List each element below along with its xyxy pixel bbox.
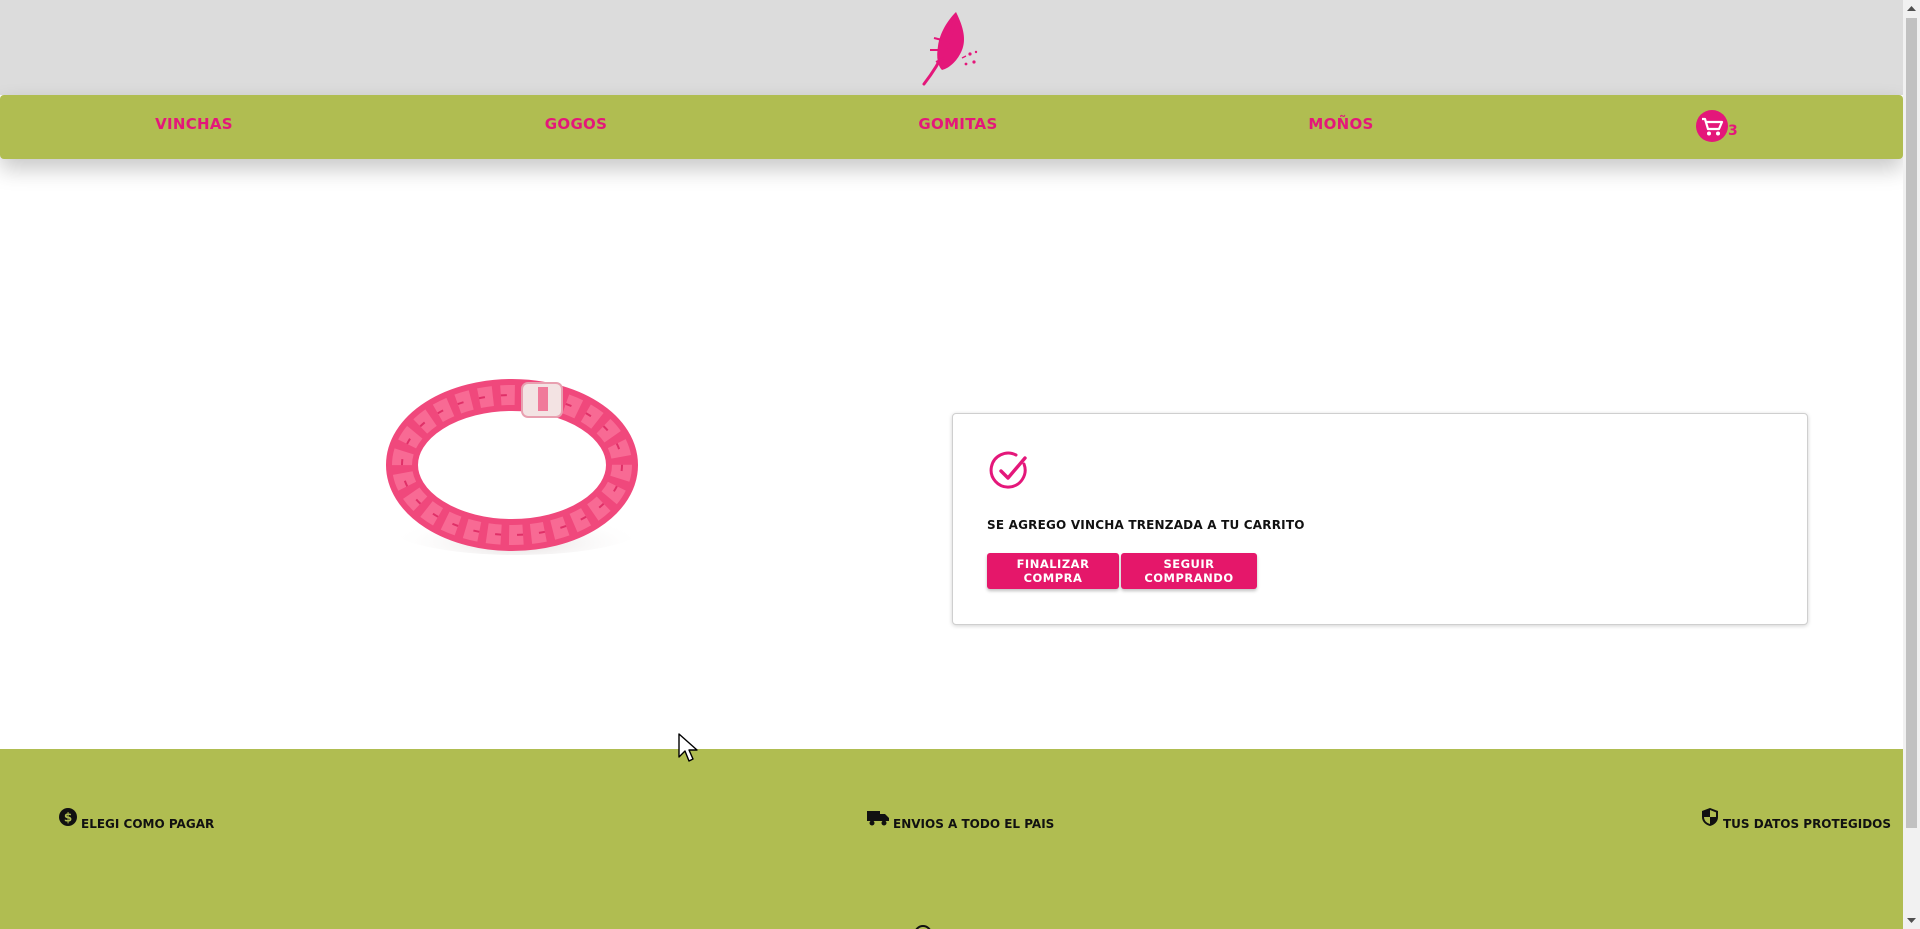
finalize-purchase-button[interactable]: FINALIZAR COMPRA <box>987 553 1119 589</box>
truck-icon <box>867 811 889 826</box>
scrollbar-thumb[interactable] <box>1906 18 1917 828</box>
dollar-icon: $ <box>59 808 77 826</box>
footer: $ ELEGI COMO PAGAR ENVIOS A TODO EL PAIS… <box>0 749 1903 929</box>
cart-button[interactable]: 3 <box>1695 109 1745 145</box>
nav-link-gomitas[interactable]: GOMITAS <box>918 115 997 133</box>
main-content: SE AGREGO VINCHA TRENZADA A TU CARRITO F… <box>0 159 1903 749</box>
feather-logo-icon[interactable] <box>918 10 982 86</box>
braided-headband-image <box>386 379 647 555</box>
footer-partial-icon <box>915 925 931 929</box>
footer-payment-label: ELEGI COMO PAGAR <box>81 817 215 831</box>
check-circle-icon <box>989 451 1027 489</box>
footer-shipping-label: ENVIOS A TODO EL PAIS <box>893 817 1055 831</box>
nav-link-vinchas[interactable]: VINCHAS <box>155 115 233 133</box>
scroll-up-arrow-icon[interactable] <box>1903 0 1920 17</box>
scroll-down-arrow-icon[interactable] <box>1903 912 1920 929</box>
vertical-scrollbar[interactable] <box>1903 0 1920 929</box>
svg-text:$: $ <box>64 811 72 825</box>
footer-item-payment: $ ELEGI COMO PAGAR <box>58 807 214 831</box>
page: VINCHAS GOGOS GOMITAS MOÑOS 3 SE AGREGO … <box>0 0 1903 929</box>
footer-security-label: TUS DATOS PROTEGIDOS <box>1723 817 1892 831</box>
nav-link-gogos[interactable]: GOGOS <box>545 115 607 133</box>
mouse-cursor-icon <box>678 733 698 762</box>
add-to-cart-confirmation: SE AGREGO VINCHA TRENZADA A TU CARRITO F… <box>952 413 1808 625</box>
shopping-cart-icon <box>1696 110 1728 142</box>
top-header <box>0 0 1903 95</box>
confirmation-message: SE AGREGO VINCHA TRENZADA A TU CARRITO <box>987 518 1305 532</box>
nav-link-monos[interactable]: MOÑOS <box>1308 115 1373 133</box>
footer-item-shipping: ENVIOS A TODO EL PAIS <box>866 807 1054 831</box>
cart-count-badge: 3 <box>1728 123 1738 139</box>
continue-shopping-button[interactable]: SEGUIR COMPRANDO <box>1121 553 1257 589</box>
shield-icon <box>1702 808 1718 826</box>
main-navbar: VINCHAS GOGOS GOMITAS MOÑOS 3 <box>0 95 1903 159</box>
footer-item-security: TUS DATOS PROTEGIDOS <box>1700 807 1891 831</box>
